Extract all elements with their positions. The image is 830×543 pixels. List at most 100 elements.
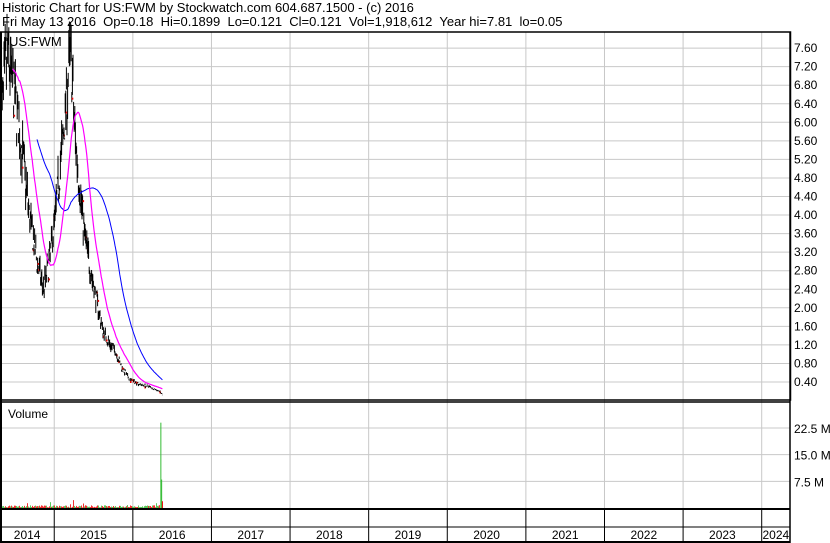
price-tick-label: 2.00 <box>794 301 818 315</box>
volume-tick-label: 22.5 M <box>794 422 830 436</box>
volume-bar <box>39 505 40 508</box>
volume-bar <box>54 505 55 508</box>
volume-bar <box>11 505 12 508</box>
volume-bar <box>133 506 134 508</box>
volume-bar <box>154 505 155 508</box>
volume-bar <box>41 505 42 508</box>
year-label: 2024 <box>762 528 789 542</box>
volume-bar <box>38 506 39 508</box>
volume-bar <box>64 506 65 508</box>
volume-bar <box>52 506 53 508</box>
volume-bar <box>116 507 117 508</box>
volume-bar <box>62 506 63 508</box>
volume-bar <box>102 506 103 508</box>
close-marker <box>82 200 85 203</box>
volume-bar <box>117 507 118 508</box>
volume-bar <box>101 505 102 508</box>
volume-bar <box>146 505 147 508</box>
volume-bar <box>118 507 119 508</box>
volume-bar <box>57 506 58 508</box>
volume-bar <box>4 507 5 508</box>
price-tick-label: 2.40 <box>794 282 818 296</box>
volume-bar <box>67 507 68 508</box>
volume-bar <box>59 505 60 508</box>
volume-bar <box>25 507 26 508</box>
volume-bar <box>104 505 105 508</box>
volume-bar <box>18 506 19 508</box>
volume-bar <box>82 507 83 508</box>
close-marker <box>106 339 108 342</box>
symbol-label: US:FWM <box>9 34 62 49</box>
volume-bar <box>31 507 32 508</box>
volume-bar <box>97 505 98 508</box>
volume-bar <box>66 505 67 508</box>
volume-bar <box>124 507 125 508</box>
year-label: 2023 <box>709 528 736 542</box>
volume-bar <box>87 506 88 508</box>
year-label: 2020 <box>473 528 500 542</box>
volume-bar <box>153 505 154 508</box>
volume-bar <box>21 506 22 508</box>
volume-bar <box>114 506 115 508</box>
volume-bar <box>129 507 130 508</box>
close-marker <box>48 278 50 281</box>
volume-bar <box>24 505 25 508</box>
stock-chart: 0.40 0.80 1.20 1.60 2.00 2.40 2.80 3.20 3.60 4.00… <box>0 13 830 543</box>
volume-bar <box>3 506 4 508</box>
volume-bar <box>135 506 136 508</box>
volume-bar <box>84 506 85 508</box>
volume-bar <box>7 507 8 508</box>
year-label: 2016 <box>159 528 186 542</box>
volume-bar <box>16 506 17 508</box>
year-label: 2015 <box>80 528 107 542</box>
volume-bar <box>68 506 69 508</box>
volume-bar <box>127 505 128 508</box>
volume-bar <box>107 506 108 508</box>
volume-bar <box>139 507 140 508</box>
close-marker <box>22 166 24 169</box>
volume-bar <box>144 506 145 508</box>
volume-bar <box>56 505 57 508</box>
volume-bar <box>53 505 54 508</box>
volume-bar <box>61 506 62 508</box>
volume-bar <box>123 506 124 508</box>
volume-bar <box>50 502 51 508</box>
price-tick-label: 7.60 <box>794 41 818 55</box>
price-tick-label: 4.00 <box>794 208 818 222</box>
close-marker <box>71 97 74 100</box>
volume-bar <box>72 506 73 508</box>
close-marker <box>122 367 124 370</box>
volume-bar <box>70 504 71 508</box>
volume-bar <box>130 505 131 508</box>
volume-bar <box>32 505 33 508</box>
volume-bar <box>44 505 45 508</box>
volume-bar <box>77 507 78 508</box>
price-tick-label: 5.60 <box>794 134 818 148</box>
year-label: 2019 <box>395 528 422 542</box>
volume-bar <box>5 506 6 508</box>
volume-bar <box>47 507 48 508</box>
volume-bar <box>94 506 95 508</box>
volume-bar <box>86 505 87 508</box>
volume-bar <box>119 505 120 508</box>
volume-bar <box>148 505 149 508</box>
volume-bar <box>136 507 137 508</box>
volume-bar <box>125 506 126 508</box>
close-marker <box>130 380 132 383</box>
volume-bar <box>98 505 99 508</box>
volume-bar <box>26 506 27 508</box>
price-tick-label: 7.20 <box>794 60 818 74</box>
price-tick-label: 1.60 <box>794 319 818 333</box>
volume-bar <box>120 505 121 508</box>
year-label: 2017 <box>237 528 264 542</box>
price-tick-label: 2.80 <box>794 264 818 278</box>
volume-bar <box>13 506 14 508</box>
volume-bar <box>28 506 29 508</box>
volume-bar <box>151 507 152 508</box>
price-tick-label: 0.80 <box>794 356 818 370</box>
volume-label: Volume <box>8 407 48 421</box>
volume-spike-bar <box>161 501 163 508</box>
volume-bar <box>109 505 110 508</box>
price-tick-label: 6.80 <box>794 78 818 92</box>
volume-bar <box>93 507 94 508</box>
